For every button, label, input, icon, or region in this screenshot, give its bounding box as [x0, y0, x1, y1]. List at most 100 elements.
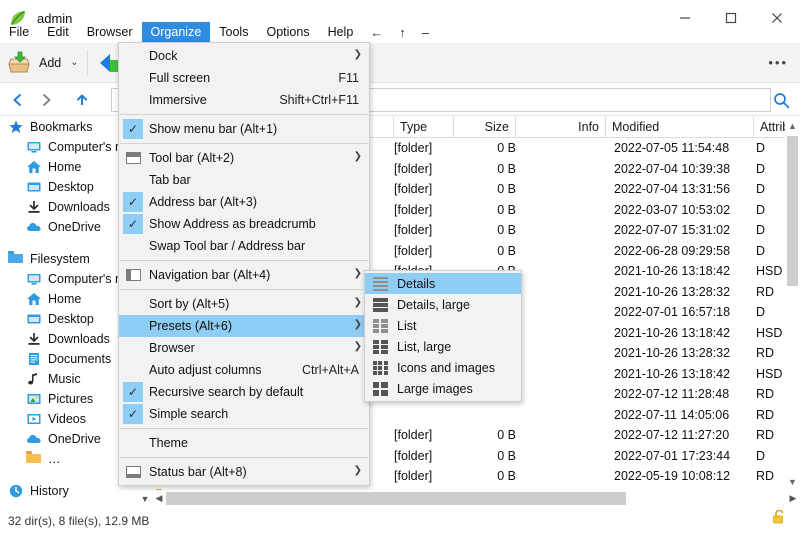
chevron-left-icon[interactable]	[4, 85, 32, 115]
submenu-item-label: Large images	[397, 382, 473, 396]
status-text: 32 dir(s), 8 file(s), 12.9 MB	[8, 514, 149, 528]
cell-modified: 2021-10-26 13:18:42	[614, 364, 730, 384]
history-clock-icon	[8, 483, 24, 499]
menu-item-label: Address bar (Alt+3)	[149, 195, 257, 209]
organize-dropdown-menu[interactable]: Dock ❯ Full screen F11 Immersive Shift+C…	[118, 42, 370, 486]
menu-separator	[120, 457, 368, 458]
cell-type: [folder]	[394, 220, 432, 240]
submenu-item-list[interactable]: List	[365, 315, 521, 336]
column-header-size[interactable]: Size	[454, 117, 516, 137]
menu-separator	[120, 143, 368, 144]
menu-item-show-address-as-breadcrumb[interactable]: ✓ Show Address as breadcrumb	[119, 213, 369, 235]
menu-edit[interactable]: Edit	[38, 22, 78, 43]
menu-item-dock[interactable]: Dock ❯	[119, 45, 369, 67]
cell-modified: 2021-10-26 13:18:42	[614, 261, 730, 281]
submenu-arrow-icon: ❯	[354, 151, 362, 162]
submenu-arrow-icon: ❯	[354, 341, 362, 352]
menu-help[interactable]: Help	[319, 22, 363, 43]
minimize-dash-icon[interactable]: –	[414, 23, 437, 42]
menu-item-auto-adjust-columns[interactable]: Auto adjust columns Ctrl+Alt+A	[119, 359, 369, 381]
add-caret-icon[interactable]: ⌄	[70, 57, 78, 68]
menu-item-browser[interactable]: Browser ❯	[119, 337, 369, 359]
sidebar-item-label: Downloads	[48, 332, 110, 346]
column-header-modified[interactable]: Modified	[606, 117, 754, 137]
cell-type: [folder]	[394, 446, 432, 466]
sidebar-item-label: Videos	[48, 412, 86, 426]
cell-modified: 2021-10-26 13:28:32	[614, 343, 730, 363]
menu-item-full-screen[interactable]: Full screen F11	[119, 67, 369, 89]
unlocked-padlock-icon[interactable]	[772, 510, 786, 528]
cell-attributes: HSD	[756, 323, 782, 343]
cell-info	[532, 179, 606, 199]
cell-modified: 2022-07-01 16:57:18	[614, 302, 730, 322]
menu-item-label: Auto adjust columns	[149, 363, 262, 377]
submenu-item-large-images[interactable]: Large images	[365, 378, 521, 399]
menu-item-recursive-search-by-default[interactable]: ✓ Recursive search by default	[119, 381, 369, 403]
menu-options[interactable]: Options	[257, 22, 318, 43]
submenu-item-icons-and-images[interactable]: Icons and images	[365, 357, 521, 378]
menu-item-label: Status bar (Alt+8)	[149, 465, 247, 479]
add-button[interactable]: Add ⌄	[0, 43, 85, 83]
menu-item-simple-search[interactable]: ✓ Simple search	[119, 403, 369, 425]
cell-type: [folder]	[394, 466, 432, 486]
cell-attributes: RD	[756, 282, 774, 302]
grid-3x3-icon	[369, 358, 391, 378]
cell-size: 0 B	[452, 179, 516, 199]
grid-2x2-icon	[369, 379, 391, 399]
submenu-item-details-large[interactable]: Details, large	[365, 294, 521, 315]
cell-modified: 2022-05-19 10:08:12	[614, 466, 730, 486]
vertical-scroll-thumb[interactable]	[787, 136, 798, 286]
add-box-icon	[6, 51, 32, 75]
menu-item-label: Browser	[149, 341, 195, 355]
submenu-item-details[interactable]: Details	[365, 273, 521, 294]
menu-item-sort-by[interactable]: Sort by (Alt+5) ❯	[119, 293, 369, 315]
submenu-arrow-icon: ❯	[354, 319, 362, 330]
sidebar-item-label: OneDrive	[48, 432, 101, 446]
toolbar-overflow-button[interactable]: •••	[768, 55, 788, 70]
cell-info	[532, 261, 606, 281]
column-header-type[interactable]: Type	[394, 117, 454, 137]
menu-tools[interactable]: Tools	[210, 22, 257, 43]
presets-submenu[interactable]: Details Details, large List List, large …	[364, 270, 522, 402]
menu-browser[interactable]: Browser	[78, 22, 142, 43]
cell-modified: 2022-06-28 09:29:58	[614, 241, 730, 261]
menu-item-show-menu-bar[interactable]: ✓ Show menu bar (Alt+1)	[119, 118, 369, 140]
menu-item-swap-tool-address-bar[interactable]: Swap Tool bar / Address bar	[119, 235, 369, 257]
menu-item-navigation-bar[interactable]: Navigation bar (Alt+4) ❯	[119, 264, 369, 286]
menu-item-tab-bar[interactable]: Tab bar	[119, 169, 369, 191]
menu-item-immersive[interactable]: Immersive Shift+Ctrl+F11	[119, 89, 369, 111]
menu-item-presets[interactable]: Presets (Alt+6) ❯	[119, 315, 369, 337]
menu-item-address-bar[interactable]: ✓ Address bar (Alt+3)	[119, 191, 369, 213]
menu-item-label: Presets (Alt+6)	[149, 319, 232, 333]
checkmark-icon: ✓	[123, 214, 143, 234]
menu-item-label: Navigation bar (Alt+4)	[149, 268, 270, 282]
menu-item-accel: Ctrl+Alt+A	[276, 363, 359, 377]
sidebar-scroll-down-icon[interactable]: ▼	[138, 490, 152, 507]
scroll-down-icon[interactable]: ▼	[785, 473, 800, 490]
file-list-horizontal-scrollbar[interactable]: ◀ ▶	[152, 490, 800, 507]
chevron-right-icon[interactable]	[32, 85, 60, 115]
scroll-left-icon[interactable]: ◀	[152, 490, 166, 507]
search-icon[interactable]	[773, 92, 790, 112]
cell-type: [folder]	[394, 138, 432, 158]
cell-attributes: D	[756, 159, 765, 179]
menu-organize[interactable]: Organize	[142, 22, 211, 43]
menu-item-label: Sort by (Alt+5)	[149, 297, 229, 311]
menu-item-tool-bar[interactable]: Tool bar (Alt+2) ❯	[119, 147, 369, 169]
scroll-right-icon[interactable]: ▶	[786, 490, 800, 507]
scroll-up-icon[interactable]: ▲	[785, 117, 800, 134]
file-list-vertical-scrollbar[interactable]: ▲ ▼	[785, 117, 800, 490]
menu-item-theme[interactable]: Theme	[119, 432, 369, 454]
cell-size: 0 B	[452, 200, 516, 220]
menu-file[interactable]: File	[0, 22, 38, 43]
star-icon	[8, 119, 24, 135]
menu-item-status-bar[interactable]: Status bar (Alt+8) ❯	[119, 461, 369, 483]
back-arrow-icon[interactable]: ←	[362, 23, 391, 42]
column-header-info[interactable]: Info	[516, 117, 606, 137]
cell-info	[532, 384, 606, 404]
arrow-up-icon[interactable]	[68, 85, 96, 115]
cell-attributes: HSD	[756, 364, 782, 384]
submenu-item-list-large[interactable]: List, large	[365, 336, 521, 357]
horizontal-scroll-thumb[interactable]	[166, 492, 626, 505]
up-arrow-icon[interactable]: ↑	[391, 23, 414, 42]
